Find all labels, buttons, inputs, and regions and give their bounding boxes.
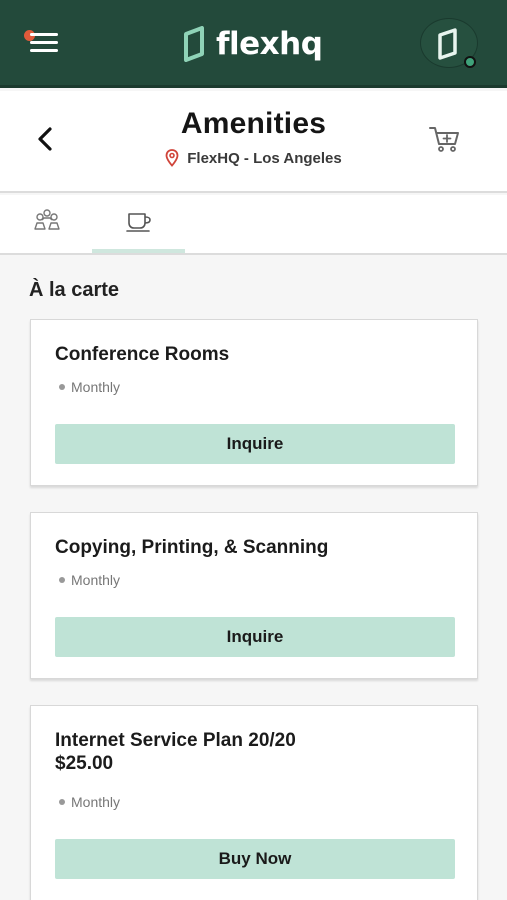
amenity-price: $25.00 (55, 753, 114, 774)
brand-logo[interactable]: flexhq (184, 24, 323, 64)
page-header: Amenities FlexHQ - Los Angeles (0, 91, 507, 193)
amenity-name: Conference Rooms (55, 344, 230, 365)
amenity-card: Copying, Printing, & Scanning Monthly In… (30, 512, 478, 679)
menu-icon (30, 33, 58, 36)
amenity-name: Internet Service Plan 20/20 (55, 730, 296, 751)
online-status-dot (464, 56, 476, 68)
billing-frequency: Monthly (59, 572, 120, 588)
bullet-icon (59, 384, 65, 390)
bullet-icon (59, 799, 65, 805)
tab-amenities[interactable] (92, 195, 185, 255)
location-pin-icon (165, 149, 179, 167)
frequency-label: Monthly (71, 379, 121, 395)
amenity-name: Copying, Printing, & Scanning (55, 537, 329, 558)
frequency-label: Monthly (71, 794, 121, 810)
location-name: FlexHQ - Los Angeles (187, 149, 342, 167)
menu-icon-bar (30, 49, 58, 52)
section-title: À la carte (29, 279, 120, 301)
inquire-button[interactable]: Inquire (55, 424, 455, 464)
inquire-button[interactable]: Inquire (55, 617, 455, 657)
bullet-icon (59, 577, 65, 583)
logo-icon (184, 26, 204, 62)
frequency-label: Monthly (71, 572, 121, 588)
amenity-card: Conference Rooms Monthly Inquire (30, 319, 478, 486)
brand-name: flexhq (216, 26, 323, 62)
amenity-tabs (0, 195, 507, 255)
profile-button[interactable] (420, 18, 478, 68)
avatar-icon (438, 28, 457, 60)
menu-button[interactable] (24, 30, 60, 56)
active-tab-indicator (92, 249, 185, 253)
coffee-cup-icon (126, 213, 151, 232)
cart-icon (429, 127, 459, 152)
app-bar: flexhq (0, 0, 507, 88)
menu-icon-bar (30, 41, 58, 44)
buy-now-button[interactable]: Buy Now (55, 839, 455, 879)
cart-button[interactable] (428, 125, 462, 153)
billing-frequency: Monthly (59, 379, 120, 395)
tab-people[interactable] (0, 195, 93, 255)
people-icon (34, 209, 60, 230)
amenity-card: Internet Service Plan 20/20 $25.00 Month… (30, 705, 478, 900)
billing-frequency: Monthly (59, 794, 120, 810)
